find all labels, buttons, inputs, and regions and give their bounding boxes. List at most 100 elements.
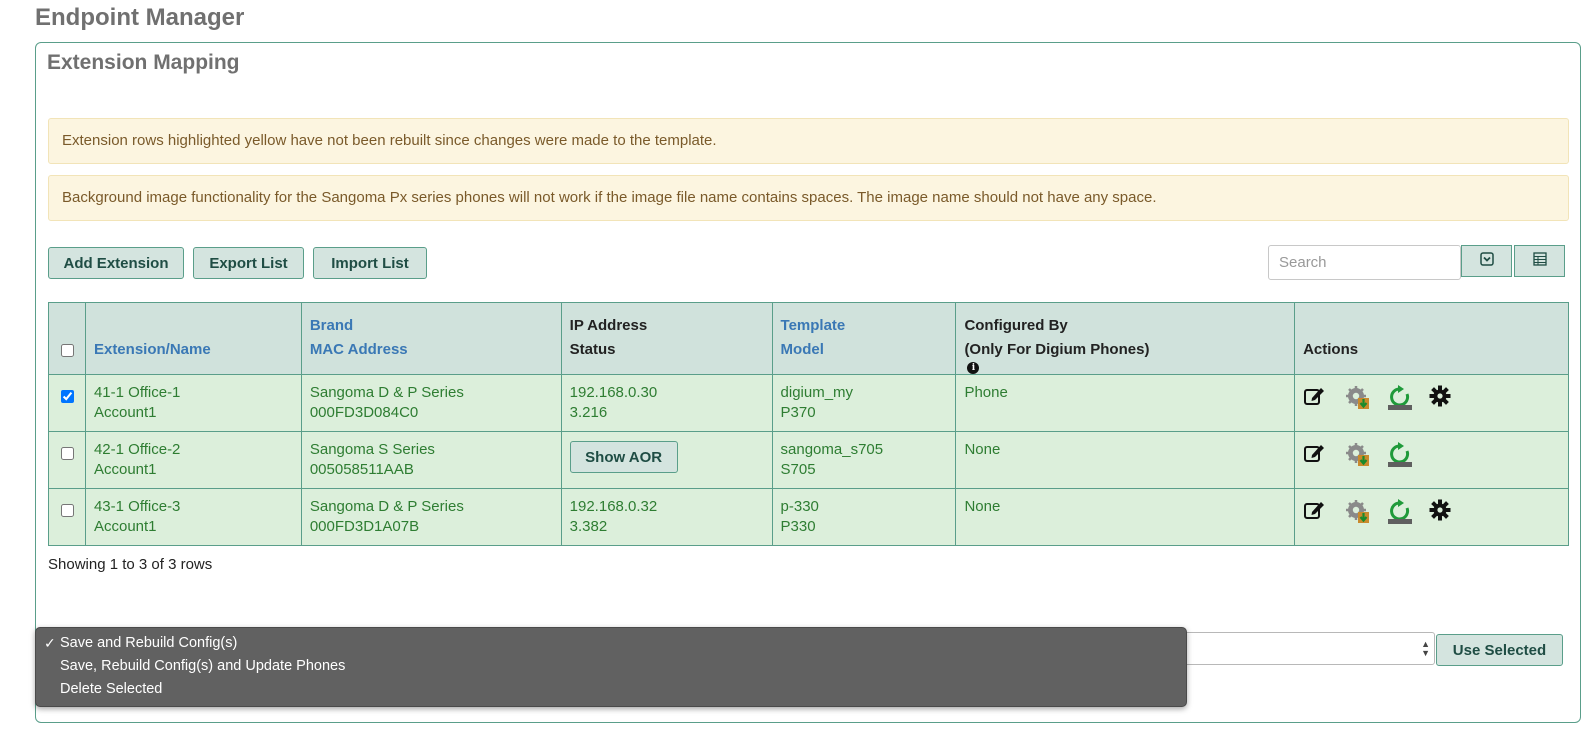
add-extension-button[interactable]: Add Extension [48,247,184,279]
extension-cell: 41-1 Office-1 Account1 [84,374,302,432]
panel-title: Extension Mapping [47,51,240,74]
header-template-model[interactable]: Template Model [771,302,957,375]
row-select-cell [48,431,86,489]
select-arrows-icon: ▲ ▼ [1421,639,1430,658]
template-name: sangoma_s705 [780,441,884,458]
bulk-action-dropdown-menu: ✓ Save and Rebuild Config(s) Save, Rebui… [35,627,1187,707]
row-checkbox[interactable] [60,447,74,460]
header-mac-label[interactable]: MAC Address [310,338,553,362]
dropdown-option-save-rebuild-update[interactable]: Save, Rebuild Config(s) and Update Phone… [36,655,1186,678]
row-select-cell [48,488,86,546]
settings-gear-icon[interactable] [1429,385,1453,409]
download-config-icon[interactable] [1345,385,1370,409]
table-row: 41-1 Office-1 Account1 Sangoma D & P Serie… [48,374,1569,432]
brand-cell: Sangoma S Series 005058511AAB [300,431,562,489]
header-actions: Actions [1294,302,1569,375]
import-list-button[interactable]: Import List [313,247,427,279]
edit-icon[interactable] [1303,442,1327,466]
header-brand-label[interactable]: Brand [310,314,553,338]
header-extension[interactable]: Extension/Name [84,302,302,375]
model-name: P370 [780,404,816,421]
settings-gear-icon[interactable] [1429,499,1453,523]
brand-name: Sangoma S Series [309,441,435,458]
extension-table: Extension/Name Brand MAC Address IP Addr… [48,302,1569,546]
brand-name: Sangoma D & P Series [309,498,464,515]
header-configured-sub-label: (Only For Digium Phones) [964,341,1150,358]
extension-name: 41-1 Office-1 [93,384,181,401]
table-row: 43-1 Office-3 Account1 Sangoma D & P Serie… [48,488,1569,546]
configured-by: Phone [964,384,1008,401]
extension-name: 43-1 Office-3 [93,498,181,515]
model-name: P330 [780,518,816,535]
ip-address: 192.168.0.32 [569,498,658,515]
mac-address: 000FD3D1A07B [309,518,420,535]
configured-by-cell: Phone [955,374,1296,432]
select-all-cell [48,302,86,375]
alert-rebuild-notice: Extension rows highlighted yellow have n… [48,118,1569,164]
phone-status: 3.382 [569,518,608,535]
reboot-icon[interactable] [1387,385,1413,410]
actions-cell [1294,374,1569,432]
account-name: Account1 [93,461,157,478]
table-header-row: Extension/Name Brand MAC Address IP Addr… [48,302,1569,375]
extension-cell: 42-1 Office-2 Account1 [84,431,302,489]
dropdown-option-label: Save and Rebuild Config(s) [60,635,238,651]
row-checkbox[interactable] [60,504,74,517]
actions-cell [1294,488,1569,546]
template-name: p-330 [780,498,819,515]
row-checkbox[interactable] [60,390,74,403]
ip-status-cell: 192.168.0.32 3.382 [560,488,773,546]
info-icon[interactable]: i [967,362,980,374]
header-ip-status: IP Address Status [560,302,773,375]
reboot-icon[interactable] [1387,499,1413,524]
model-name: S705 [780,461,816,478]
row-select-cell [48,374,86,432]
download-config-icon[interactable] [1345,442,1370,466]
dropdown-option-delete-selected[interactable]: Delete Selected [36,678,1186,701]
header-template-label[interactable]: Template [781,314,948,338]
extension-name: 42-1 Office-2 [93,441,181,458]
select-all-checkbox[interactable] [60,344,74,357]
page-title: Endpoint Manager [35,4,245,31]
collapse-toggle-button[interactable] [1461,245,1512,277]
export-list-button[interactable]: Export List [193,247,304,279]
configured-by-cell: None [955,431,1296,489]
header-brand-mac[interactable]: Brand MAC Address [300,302,562,375]
template-cell: sangoma_s705 S705 [771,431,957,489]
bulk-action-select[interactable]: ▲ ▼ [1170,632,1435,665]
dropdown-option-label: Save, Rebuild Config(s) and Update Phone… [60,658,346,674]
show-aor-button[interactable]: Show AOR [569,441,678,473]
header-model-label[interactable]: Model [781,338,948,362]
brand-cell: Sangoma D & P Series 000FD3D1A07B [300,488,562,546]
dropdown-option-save-rebuild[interactable]: ✓ Save and Rebuild Config(s) [36,632,1186,655]
template-name: digium_my [780,384,854,401]
brand-cell: Sangoma D & P Series 000FD3D084C0 [300,374,562,432]
ip-status-cell: 192.168.0.30 3.216 [560,374,773,432]
header-ip-label: IP Address [569,317,648,334]
account-name: Account1 [93,404,157,421]
reboot-icon[interactable] [1387,442,1413,467]
use-selected-button[interactable]: Use Selected [1436,634,1563,666]
header-configured-label: Configured By [964,317,1068,334]
configured-by-cell: None [955,488,1296,546]
ip-address: 192.168.0.30 [569,384,658,401]
check-icon: ✓ [44,635,56,651]
header-status-label: Status [569,341,616,358]
account-name: Account1 [93,518,157,535]
alert-background-image-notice: Background image functionality for the S… [48,175,1569,221]
columns-toggle-button[interactable] [1514,245,1565,277]
dropdown-option-label: Delete Selected [60,681,163,697]
search-input[interactable] [1268,245,1461,280]
mac-address: 005058511AAB [309,461,414,478]
download-config-icon[interactable] [1345,499,1370,523]
columns-icon [1532,251,1547,271]
phone-status: 3.216 [569,404,608,421]
edit-icon[interactable] [1303,499,1327,523]
table-row: 42-1 Office-2 Account1 Sangoma S Series 005… [48,431,1569,489]
header-extension-label[interactable]: Extension/Name [94,341,211,358]
template-cell: digium_my P370 [771,374,957,432]
extension-cell: 43-1 Office-3 Account1 [84,488,302,546]
mac-address: 000FD3D084C0 [309,404,419,421]
edit-icon[interactable] [1303,385,1327,409]
header-configured-by: Configured By (Only For Digium Phones) i [955,302,1296,375]
